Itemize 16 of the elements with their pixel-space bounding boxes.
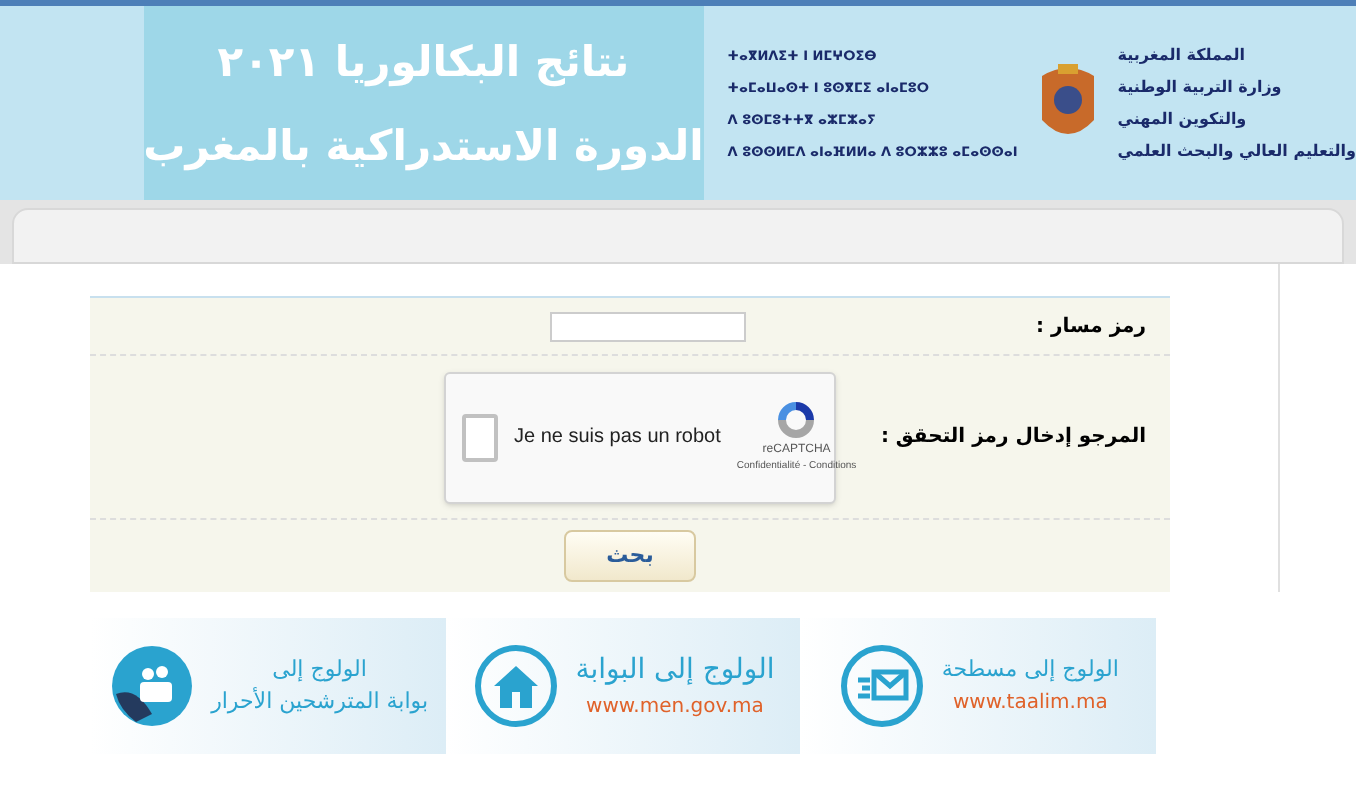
captcha-text: Je ne suis pas un robot xyxy=(514,424,721,452)
field-label: رمز مسار : xyxy=(1033,313,1146,341)
field-label: المرجو إدخال رمز التحقق : xyxy=(878,424,1146,452)
search-button[interactable]: بحث xyxy=(564,530,696,582)
ministry-name-arabic: والتعليم العالي والبحث العلمي xyxy=(1117,139,1356,164)
banner-url: www.men.gov.ma xyxy=(586,694,764,722)
banner-title: الولوج إلى xyxy=(272,653,367,686)
ministry-name-arabic: المملكة المغربية xyxy=(1117,43,1246,68)
banner-title: الولوج إلى مسطحة xyxy=(941,654,1119,687)
ministry-name-arabic: والتكوين المهني xyxy=(1117,107,1247,132)
page-title: نتائج البكالوريا ٢٠٢١ xyxy=(217,35,630,91)
page-title: الدورة الاستدراكية بالمغرب xyxy=(143,119,704,175)
banner-title: الولوج إلى البوابة xyxy=(575,652,775,690)
banner-url: www.taalim.ma xyxy=(953,689,1108,718)
ministry-name-arabic: وزارة التربية الوطنية xyxy=(1117,75,1282,100)
banner-title: بوابة المترشحين الأحرار xyxy=(211,686,429,718)
